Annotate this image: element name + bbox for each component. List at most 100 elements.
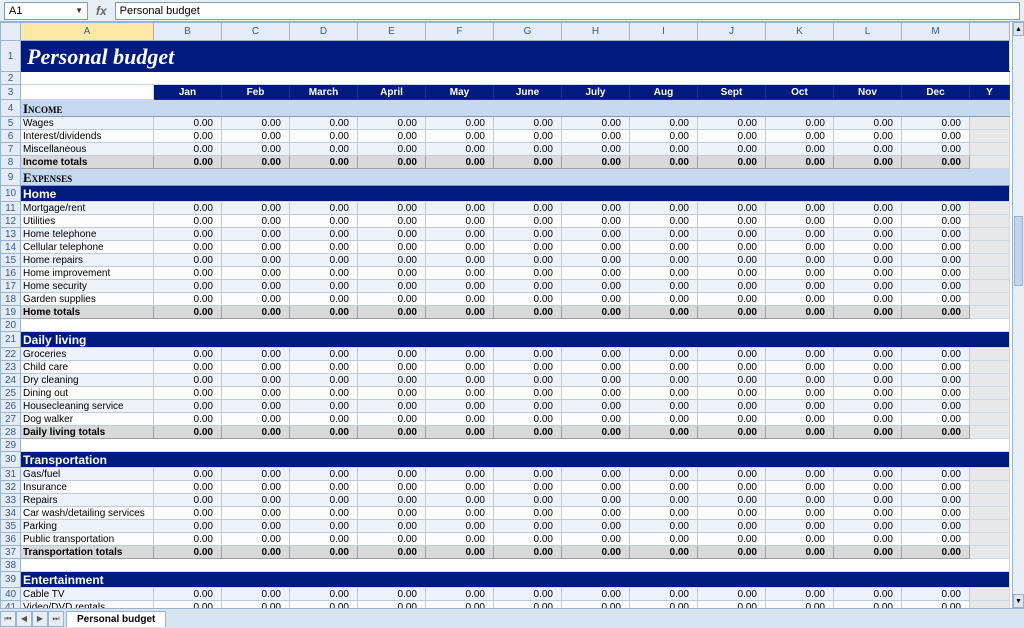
cell-value[interactable]: 0.00 [290,413,358,426]
row-label[interactable]: Interest/dividends [21,130,154,143]
column-header[interactable]: C [222,23,290,41]
spreadsheet-grid[interactable]: ABCDEFGHIJKLM1Personal budget23JanFebMar… [0,22,1012,608]
row-header[interactable]: 33 [1,494,21,507]
cell-value[interactable]: 0.00 [698,494,766,507]
cell-value[interactable]: 0.00 [426,306,494,319]
cell-value[interactable]: 0.00 [426,494,494,507]
cell-value[interactable]: 0.00 [902,588,970,601]
cell-value[interactable]: 0.00 [222,374,290,387]
cell-value[interactable]: 0.00 [630,143,698,156]
tab-nav-last[interactable]: ⏭ [48,611,64,627]
cell-value[interactable]: 0.00 [834,374,902,387]
cell-value[interactable]: 0.00 [154,387,222,400]
cell-value[interactable]: 0.00 [290,387,358,400]
cell-value[interactable]: 0.00 [222,306,290,319]
cell-value[interactable]: 0.00 [562,546,630,559]
column-header[interactable]: E [358,23,426,41]
cell-value[interactable]: 0.00 [834,156,902,169]
cell-value[interactable]: 0.00 [222,267,290,280]
scrollbar-track[interactable] [1013,36,1024,594]
cell-value[interactable]: 0.00 [562,348,630,361]
cell-value[interactable]: 0.00 [834,117,902,130]
cell-value[interactable]: 0.00 [902,130,970,143]
cell-value[interactable]: 0.00 [562,156,630,169]
cell-value[interactable]: 0.00 [426,400,494,413]
cell-value[interactable]: 0.00 [766,254,834,267]
cell-value[interactable]: 0.00 [494,130,562,143]
cell-value[interactable]: 0.00 [290,130,358,143]
row-header[interactable]: 30 [1,452,21,468]
row-label[interactable]: Mortgage/rent [21,202,154,215]
cell-value[interactable]: 0.00 [426,481,494,494]
row-header[interactable]: 32 [1,481,21,494]
cell-value[interactable]: 0.00 [698,374,766,387]
cell-value[interactable]: 0.00 [290,228,358,241]
cell-value[interactable]: 0.00 [222,400,290,413]
row-header[interactable]: 27 [1,413,21,426]
cell-value[interactable]: 0.00 [494,156,562,169]
cell-value[interactable]: 0.00 [630,374,698,387]
cell-value[interactable]: 0.00 [766,293,834,306]
cell-value[interactable]: 0.00 [902,267,970,280]
cell-value[interactable]: 0.00 [834,481,902,494]
cell-extra[interactable] [970,507,1010,520]
row-header[interactable]: 20 [1,319,21,332]
row-header[interactable]: 21 [1,332,21,348]
cell-value[interactable]: 0.00 [494,348,562,361]
row-label[interactable]: Home repairs [21,254,154,267]
cell-value[interactable]: 0.00 [358,494,426,507]
row-header[interactable]: 24 [1,374,21,387]
cell-value[interactable]: 0.00 [358,130,426,143]
cell-value[interactable]: 0.00 [902,426,970,439]
cell-value[interactable]: 0.00 [766,468,834,481]
month-header[interactable]: Jan [154,85,222,100]
cell-value[interactable]: 0.00 [630,468,698,481]
row-label[interactable]: Repairs [21,494,154,507]
row-header[interactable]: 26 [1,400,21,413]
cell-value[interactable]: 0.00 [494,426,562,439]
cell-value[interactable]: 0.00 [902,143,970,156]
cell-value[interactable]: 0.00 [426,520,494,533]
row-header[interactable]: 3 [1,85,21,100]
column-header[interactable]: F [426,23,494,41]
cell-value[interactable]: 0.00 [426,426,494,439]
cell-value[interactable]: 0.00 [562,481,630,494]
cell-value[interactable]: 0.00 [562,267,630,280]
cell-value[interactable]: 0.00 [290,202,358,215]
month-header[interactable]: May [426,85,494,100]
cell-value[interactable]: 0.00 [698,533,766,546]
cell-value[interactable]: 0.00 [698,280,766,293]
cell-value[interactable]: 0.00 [562,202,630,215]
cell-value[interactable]: 0.00 [222,156,290,169]
cell-value[interactable]: 0.00 [426,202,494,215]
scrollbar-thumb[interactable] [1014,216,1023,286]
cell-extra[interactable] [970,293,1010,306]
cell-value[interactable]: 0.00 [494,387,562,400]
row-header[interactable]: 18 [1,293,21,306]
cell-value[interactable]: 0.00 [154,130,222,143]
cell-value[interactable]: 0.00 [834,520,902,533]
cell-value[interactable]: 0.00 [834,546,902,559]
cell-value[interactable]: 0.00 [902,306,970,319]
cell-value[interactable]: 0.00 [630,387,698,400]
cell-value[interactable]: 0.00 [834,130,902,143]
cell-extra[interactable] [970,413,1010,426]
cell-value[interactable]: 0.00 [358,241,426,254]
cell-value[interactable]: 0.00 [834,533,902,546]
cell-value[interactable]: 0.00 [698,241,766,254]
month-header[interactable]: Feb [222,85,290,100]
row-label[interactable]: Home security [21,280,154,293]
cell-value[interactable]: 0.00 [290,588,358,601]
cell-value[interactable]: 0.00 [154,507,222,520]
subsection-title[interactable]: Entertainment [21,572,1010,588]
cell-value[interactable]: 0.00 [154,267,222,280]
cell-value[interactable]: 0.00 [426,533,494,546]
cell-value[interactable]: 0.00 [562,254,630,267]
cell-value[interactable]: 0.00 [358,156,426,169]
cell-value[interactable]: 0.00 [222,468,290,481]
cell-extra[interactable] [970,130,1010,143]
cell-value[interactable]: 0.00 [630,202,698,215]
tab-nav-first[interactable]: ⏮ [0,611,16,627]
cell-value[interactable]: 0.00 [290,143,358,156]
cell-value[interactable]: 0.00 [426,143,494,156]
